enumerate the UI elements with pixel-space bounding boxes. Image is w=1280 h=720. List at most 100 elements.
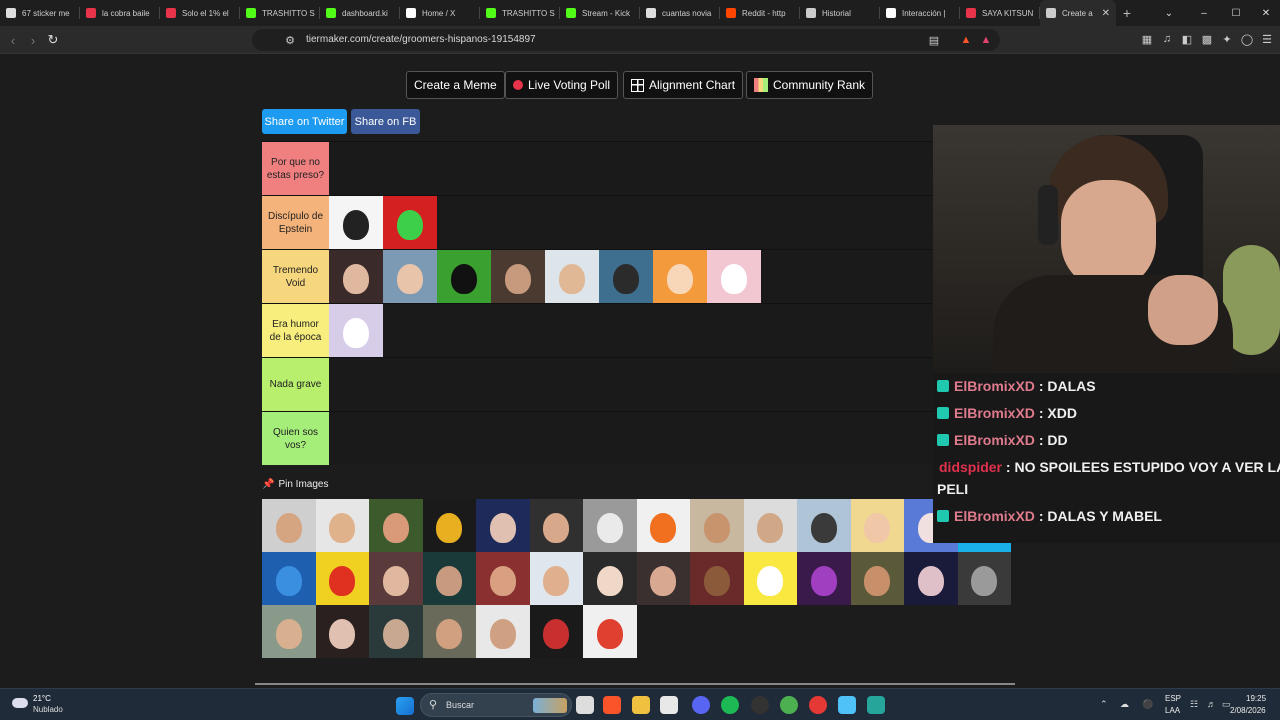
taskbar-search[interactable]: ⚲ Buscar	[420, 693, 572, 717]
browser-tab[interactable]: SAYA KITSUN	[960, 0, 1040, 26]
reload-icon[interactable]: ↻	[44, 31, 62, 49]
tier-image[interactable]	[383, 250, 437, 303]
tier-image[interactable]	[476, 552, 530, 605]
tier-image[interactable]	[583, 605, 637, 658]
tier-image[interactable]	[422, 499, 476, 552]
browser-tab[interactable]: Create a ✕	[1040, 0, 1116, 26]
browser-tab[interactable]: Solo el 1% el	[160, 0, 240, 26]
discord-icon[interactable]	[692, 696, 710, 714]
tier-label[interactable]: Discípulo de Epstein	[262, 196, 329, 249]
tier-image[interactable]	[476, 605, 530, 658]
community-rank-button[interactable]: Community Rank	[746, 71, 874, 99]
tier-image[interactable]	[743, 499, 797, 552]
tier-label[interactable]: Nada grave	[262, 358, 329, 411]
chevron-up-icon[interactable]: ⌃	[1100, 699, 1108, 710]
close-tab-icon[interactable]: ✕	[1102, 8, 1110, 19]
tier-image[interactable]	[329, 196, 383, 249]
browser-tab[interactable]: 67 sticker me	[0, 0, 80, 26]
close-window-icon[interactable]: ✕	[1250, 0, 1280, 26]
spotify-icon[interactable]	[721, 696, 739, 714]
tier-image[interactable]	[422, 605, 476, 658]
volume-icon[interactable]: ♬	[1207, 699, 1216, 709]
tier-label[interactable]: Era humor de la época	[262, 304, 329, 357]
clock-date[interactable]: 2/08/2026	[1230, 706, 1266, 715]
tier-image[interactable]	[369, 499, 423, 552]
tier-label[interactable]: Quien sos vos?	[262, 412, 329, 465]
tier-image[interactable]	[690, 499, 744, 552]
live-voting-poll-button[interactable]: Live Voting Poll	[505, 71, 619, 99]
new-tab-icon[interactable]: +	[1116, 5, 1138, 21]
tier-image[interactable]	[690, 552, 744, 605]
keyboard-layout[interactable]: LAA	[1165, 706, 1180, 715]
tier-image[interactable]	[653, 250, 707, 303]
tier-items[interactable]	[329, 196, 437, 249]
windows-start-icon[interactable]	[396, 697, 414, 715]
tier-image[interactable]	[437, 250, 491, 303]
terminal-icon[interactable]	[867, 696, 885, 714]
tier-image[interactable]	[743, 552, 797, 605]
create-meme-button[interactable]: Create a Meme	[406, 71, 505, 99]
tier-image[interactable]	[850, 552, 904, 605]
minimize-icon[interactable]: –	[1188, 0, 1220, 26]
onedrive-icon[interactable]: ☁	[1120, 699, 1129, 710]
tier-image[interactable]	[529, 552, 583, 605]
tier-image[interactable]	[315, 605, 369, 658]
browser-tab[interactable]: Historial	[800, 0, 880, 26]
tier-image[interactable]	[583, 499, 637, 552]
tier-label[interactable]: Por que no estas preso?	[262, 142, 329, 195]
tier-image[interactable]	[262, 605, 316, 658]
clock-time[interactable]: 19:25	[1246, 694, 1266, 703]
extensions-icon[interactable]: ▦	[1139, 31, 1155, 47]
tier-image[interactable]	[545, 250, 599, 303]
tier-image[interactable]	[904, 552, 958, 605]
share-twitter-button[interactable]: Share on Twitter	[262, 109, 347, 134]
tier-image[interactable]	[315, 552, 369, 605]
language-code[interactable]: ESP	[1165, 694, 1181, 703]
tier-image[interactable]	[262, 499, 316, 552]
tier-image[interactable]	[583, 552, 637, 605]
tier-image[interactable]	[369, 605, 423, 658]
tier-image[interactable]	[329, 304, 383, 357]
brave-browser-icon[interactable]	[603, 696, 621, 714]
tier-image[interactable]	[957, 552, 1011, 605]
browser-tab[interactable]: Stream - Kick	[560, 0, 640, 26]
tier-image[interactable]	[529, 499, 583, 552]
tier-image[interactable]	[797, 499, 851, 552]
browser-tab[interactable]: Reddit - http	[720, 0, 800, 26]
tier-image[interactable]	[383, 196, 437, 249]
wallet-icon[interactable]: ▩	[1199, 31, 1215, 47]
share-fb-button[interactable]: Share on FB	[351, 109, 420, 134]
vpn-icon[interactable]: ◯	[1239, 31, 1255, 47]
browser-tab[interactable]: la cobra baile	[80, 0, 160, 26]
sidebar-icon[interactable]: ◧	[1179, 31, 1195, 47]
browser-tab[interactable]: TRASHITTO S	[480, 0, 560, 26]
maximize-icon[interactable]: ☐	[1220, 0, 1252, 26]
browser-tab[interactable]: Home / X	[400, 0, 480, 26]
microphone-icon[interactable]: ⚫	[1142, 699, 1153, 710]
pin-images[interactable]: 📌 Pin Images	[262, 479, 328, 490]
tier-image[interactable]	[707, 250, 761, 303]
browser-tab[interactable]: dashboard.ki	[320, 0, 400, 26]
tier-image[interactable]	[369, 552, 423, 605]
snipping-tool-icon[interactable]	[660, 696, 678, 714]
chrome-profile-icon[interactable]	[809, 696, 827, 714]
tier-image[interactable]	[797, 552, 851, 605]
tier-image[interactable]	[262, 552, 316, 605]
tier-image[interactable]	[636, 552, 690, 605]
tier-image[interactable]	[476, 499, 530, 552]
rewards-icon[interactable]: ▲	[978, 32, 994, 48]
browser-tab[interactable]: cuantas novia	[640, 0, 720, 26]
obs-icon[interactable]	[751, 696, 769, 714]
notepad-icon[interactable]	[838, 696, 856, 714]
forward-icon[interactable]: ›	[24, 31, 42, 49]
tier-image[interactable]	[491, 250, 545, 303]
tier-label[interactable]: Tremendo Void	[262, 250, 329, 303]
leo-ai-icon[interactable]: ✦	[1219, 31, 1235, 47]
media-icon[interactable]: ♫	[1159, 31, 1175, 47]
alignment-chart-button[interactable]: Alignment Chart	[623, 71, 744, 99]
menu-icon[interactable]: ☰	[1259, 31, 1275, 47]
wifi-icon[interactable]: ☷	[1190, 699, 1198, 710]
file-explorer-icon[interactable]	[632, 696, 650, 714]
task-view-icon[interactable]	[576, 696, 594, 714]
weather-widget[interactable]: 21°C Nublado	[10, 692, 80, 718]
